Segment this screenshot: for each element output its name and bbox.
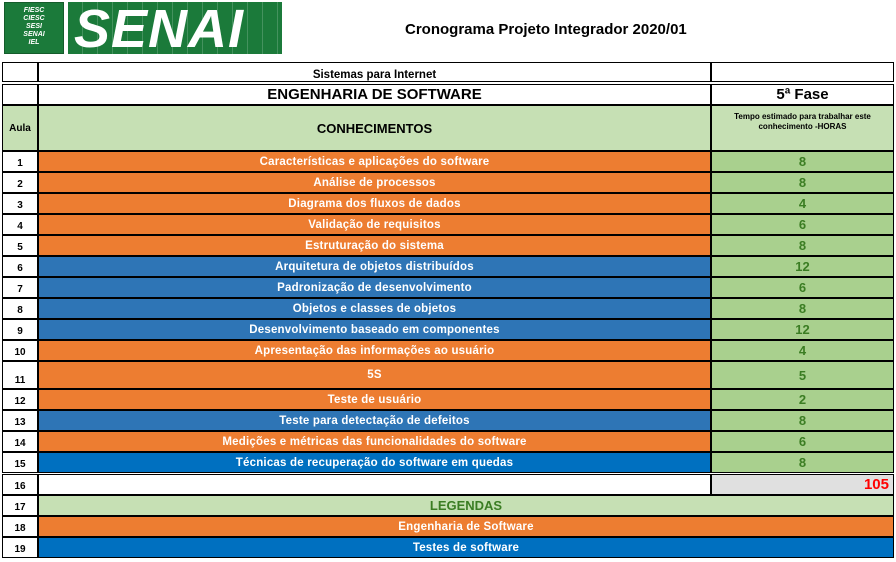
table-row: 10 Apresentação das informações ao usuári… [2, 340, 894, 361]
hours-cell[interactable]: 8 [711, 235, 894, 256]
fiesc-group-logo-text: FIESC CIESC SESI SENAI IEL [5, 7, 63, 47]
row-number[interactable]: 18 [2, 516, 38, 537]
row-number[interactable]: 5 [2, 235, 38, 256]
table-row: 1 Características e aplicações do softwar… [2, 151, 894, 172]
legend-testes[interactable]: Testes de software [38, 537, 894, 558]
hours-cell[interactable]: 8 [711, 172, 894, 193]
hours-cell[interactable]: 12 [711, 256, 894, 277]
topic-cell[interactable]: Apresentação das informações ao usuário [38, 340, 711, 361]
row-number[interactable]: 15 [2, 452, 38, 473]
row-number[interactable]: 16 [2, 474, 38, 495]
table-row: 4 Validação de requisitos 6 [2, 214, 894, 235]
row-number[interactable]: 19 [2, 537, 38, 558]
row-number[interactable]: 4 [2, 214, 38, 235]
row-number[interactable]: 11 [2, 361, 38, 389]
topic-cell[interactable]: Padronização de desenvolvimento [38, 277, 711, 298]
topic-cell[interactable]: Diagrama dos fluxos de dados [38, 193, 711, 214]
table-row: 11 5S 5 [2, 361, 894, 389]
topic-cell[interactable]: Análise de processos [38, 172, 711, 193]
hours-cell[interactable]: 6 [711, 277, 894, 298]
topic-cell[interactable]: Objetos e classes de objetos [38, 298, 711, 319]
topic-cell[interactable]: Características e aplicações do software [38, 151, 711, 172]
row-number[interactable]: 6 [2, 256, 38, 277]
legend-row: 18 Engenharia de Software [2, 516, 894, 537]
topic-cell[interactable]: Desenvolvimento baseado em componentes [38, 319, 711, 340]
aula-header[interactable]: Aula [2, 105, 38, 151]
topic-cell[interactable]: Arquitetura de objetos distribuídos [38, 256, 711, 277]
hours-cell[interactable]: 4 [711, 340, 894, 361]
table-row: 15 Técnicas de recuperação do software em… [2, 452, 894, 473]
hours-cell[interactable]: 6 [711, 431, 894, 452]
hours-cell[interactable]: 4 [711, 193, 894, 214]
empty-cell[interactable] [2, 62, 38, 82]
subject-name[interactable]: ENGENHARIA DE SOFTWARE [38, 84, 711, 105]
topic-cell[interactable]: Estruturação do sistema [38, 235, 711, 256]
fiesc-group-logo: FIESC CIESC SESI SENAI IEL [4, 2, 64, 54]
program-row: Sistemas para Internet [2, 62, 894, 82]
table-row: 5 Estruturação do sistema 8 [2, 235, 894, 256]
topic-cell[interactable]: Medições e métricas das funcionalidades … [38, 431, 711, 452]
program-name[interactable]: Sistemas para Internet [38, 62, 711, 82]
legend-title-row: 17 LEGENDAS [2, 495, 894, 516]
row-number[interactable]: 10 [2, 340, 38, 361]
topic-cell[interactable]: Validação de requisitos [38, 214, 711, 235]
topic-cell[interactable]: 5S [38, 361, 711, 389]
topic-cell[interactable]: Técnicas de recuperação do software em q… [38, 452, 711, 473]
table-row: 7 Padronização de desenvolvimento 6 [2, 277, 894, 298]
hours-cell[interactable]: 12 [711, 319, 894, 340]
phase-label[interactable]: 5ª Fase [711, 84, 894, 105]
empty-cell[interactable] [2, 84, 38, 105]
row-number[interactable]: 12 [2, 389, 38, 410]
conhecimentos-header[interactable]: CONHECIMENTOS [38, 105, 711, 151]
legend-engenharia[interactable]: Engenharia de Software [38, 516, 894, 537]
page-title: Cronograma Projeto Integrador 2020/01 [405, 21, 687, 38]
table-row: 6 Arquitetura de objetos distribuídos 12 [2, 256, 894, 277]
row-number[interactable]: 17 [2, 495, 38, 516]
hours-cell[interactable]: 5 [711, 361, 894, 389]
legend-title[interactable]: LEGENDAS [38, 495, 894, 516]
total-hours[interactable]: 105 [711, 474, 894, 495]
hours-cell[interactable]: 8 [711, 298, 894, 319]
hours-cell[interactable]: 8 [711, 151, 894, 172]
table-row: 13 Teste para detectação de defeitos 8 [2, 410, 894, 431]
topic-cell[interactable]: Teste de usuário [38, 389, 711, 410]
table-row: 8 Objetos e classes de objetos 8 [2, 298, 894, 319]
empty-cell[interactable] [38, 474, 711, 495]
row-number[interactable]: 14 [2, 431, 38, 452]
legend-row: 19 Testes de software [2, 537, 894, 558]
table-row: 14 Medições e métricas das funcionalidade… [2, 431, 894, 452]
table-row: 2 Análise de processos 8 [2, 172, 894, 193]
senai-logo: SENAI [68, 2, 282, 54]
row-number[interactable]: 1 [2, 151, 38, 172]
hours-cell[interactable]: 2 [711, 389, 894, 410]
topic-cell[interactable]: Teste para detectação de defeitos [38, 410, 711, 431]
schedule-table: Sistemas para Internet ENGENHARIA DE SOF… [2, 62, 894, 558]
row-number[interactable]: 3 [2, 193, 38, 214]
senai-logo-text: SENAI [74, 2, 245, 54]
hours-cell[interactable]: 8 [711, 410, 894, 431]
column-header-row: Aula CONHECIMENTOS Tempo estimado para t… [2, 105, 894, 151]
row-number[interactable]: 8 [2, 298, 38, 319]
row-number[interactable]: 2 [2, 172, 38, 193]
hours-cell[interactable]: 6 [711, 214, 894, 235]
row-number[interactable]: 9 [2, 319, 38, 340]
row-number[interactable]: 7 [2, 277, 38, 298]
total-row: 16 105 [2, 474, 894, 495]
subject-row: ENGENHARIA DE SOFTWARE 5ª Fase [2, 84, 894, 105]
hours-cell[interactable]: 8 [711, 452, 894, 473]
row-number[interactable]: 13 [2, 410, 38, 431]
table-row: 9 Desenvolvimento baseado em componentes 1… [2, 319, 894, 340]
table-row: 12 Teste de usuário 2 [2, 389, 894, 410]
table-row: 3 Diagrama dos fluxos de dados 4 [2, 193, 894, 214]
empty-cell[interactable] [711, 62, 894, 82]
tempo-header[interactable]: Tempo estimado para trabalhar este conhe… [711, 105, 894, 151]
